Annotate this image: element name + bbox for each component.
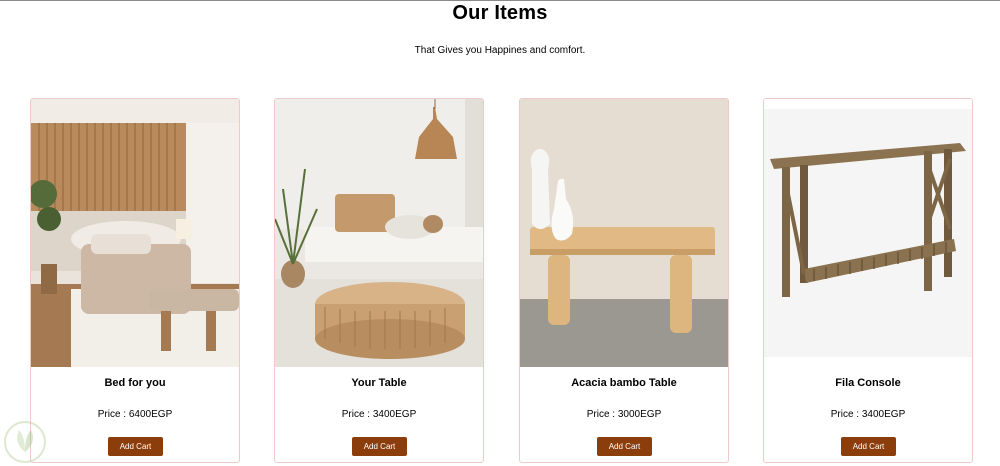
product-card-acacia-table: Acacia bambo Table Price : 3000EGP Add C… <box>519 98 729 463</box>
page-subtitle: That Gives you Happines and comfort. <box>414 45 586 56</box>
product-price: Price : 3000EGP <box>586 409 662 420</box>
product-image-fila-console[interactable] <box>764 99 972 367</box>
product-image-your-table[interactable] <box>275 99 483 367</box>
product-price: Price : 3400EGP <box>830 409 906 420</box>
product-name: Fila Console <box>835 377 901 389</box>
add-cart-button[interactable]: Add Cart <box>352 437 407 456</box>
product-card-bed: Bed for you Price : 6400EGP Add Cart <box>30 98 240 463</box>
top-divider <box>0 0 1000 1</box>
product-card-your-table: Your Table Price : 3400EGP Add Cart <box>274 98 484 463</box>
product-price: Price : 6400EGP <box>97 409 173 420</box>
product-name: Your Table <box>351 377 407 389</box>
add-cart-button[interactable]: Add Cart <box>597 437 652 456</box>
leaf-logo-icon <box>3 420 47 464</box>
page-title: Our Items <box>452 2 548 24</box>
product-name: Bed for you <box>104 377 166 389</box>
product-card-fila-console: Fila Console Price : 3400EGP Add Cart <box>763 98 973 463</box>
add-cart-button[interactable]: Add Cart <box>841 437 896 456</box>
product-name: Acacia bambo Table <box>571 377 677 389</box>
product-price: Price : 3400EGP <box>341 409 417 420</box>
add-cart-button[interactable]: Add Cart <box>108 437 163 456</box>
product-image-acacia-table[interactable] <box>520 99 728 367</box>
product-image-bed[interactable] <box>31 99 239 367</box>
